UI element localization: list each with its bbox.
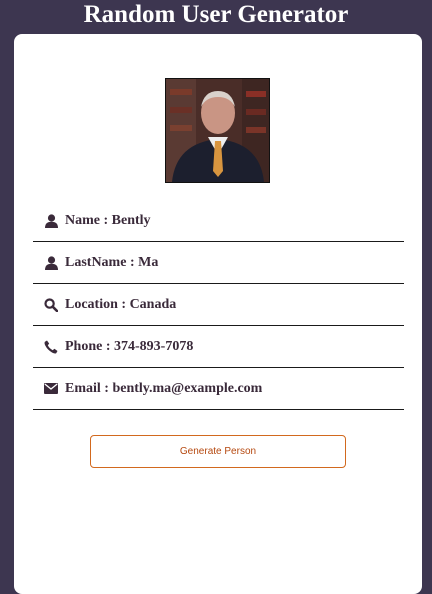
user-photo bbox=[165, 78, 270, 183]
email-row: Email : bently.ma@example.com bbox=[33, 368, 404, 410]
user-info-list: Name : Bently LastName : Ma Location : C… bbox=[33, 200, 404, 410]
email-value: bently.ma@example.com bbox=[112, 380, 263, 396]
lastname-value: Ma bbox=[138, 254, 159, 270]
email-label: Email bbox=[65, 380, 101, 396]
location-value: Canada bbox=[129, 296, 177, 312]
user-icon bbox=[43, 213, 59, 229]
phone-value: 374-893-7078 bbox=[114, 338, 194, 354]
lastname-label: LastName bbox=[65, 254, 127, 270]
lastname-row: LastName : Ma bbox=[33, 242, 404, 284]
name-value: Bently bbox=[111, 212, 151, 228]
name-label: Name bbox=[65, 212, 100, 228]
phone-row: Phone : 374-893-7078 bbox=[33, 326, 404, 368]
envelope-icon bbox=[43, 381, 59, 397]
name-row: Name : Bently bbox=[33, 200, 404, 242]
search-icon bbox=[43, 297, 59, 313]
phone-icon bbox=[43, 339, 59, 355]
phone-label: Phone bbox=[65, 338, 103, 354]
location-label: Location bbox=[65, 296, 118, 312]
user-icon bbox=[43, 255, 59, 271]
user-card: Name : Bently LastName : Ma Location : C… bbox=[14, 34, 422, 594]
generate-person-button[interactable]: Generate Person bbox=[90, 435, 346, 468]
app-title: Random User Generator bbox=[83, 1, 349, 28]
location-row: Location : Canada bbox=[33, 284, 404, 326]
